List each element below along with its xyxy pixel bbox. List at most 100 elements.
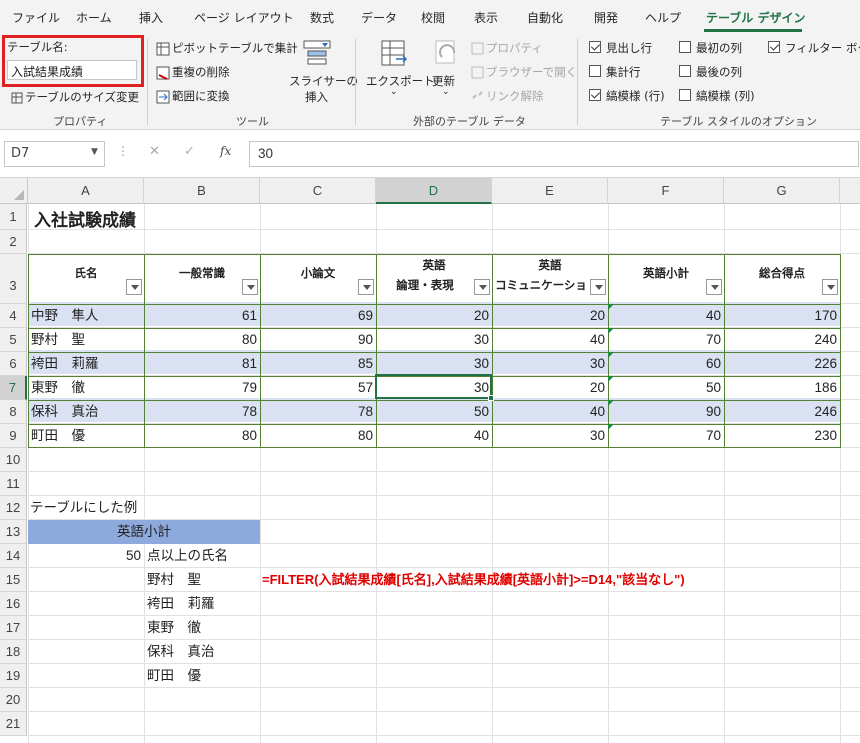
row-header[interactable]: 20: [0, 688, 27, 712]
score-cell[interactable]: 80: [144, 424, 260, 448]
name-cell[interactable]: 東野 徹: [28, 376, 144, 400]
name-cell[interactable]: 野村 聖: [28, 328, 144, 352]
score-cell[interactable]: 78: [144, 400, 260, 424]
banded-columns-checkbox[interactable]: [679, 89, 691, 101]
export-button[interactable]: エクスポート ⌄: [362, 37, 435, 107]
score-cell[interactable]: 60: [608, 352, 724, 376]
filter-dropdown-icon[interactable]: [126, 279, 142, 295]
tab-page-layout[interactable]: ページ レイアウト: [194, 9, 294, 26]
insert-function-icon[interactable]: fx: [220, 144, 231, 158]
column-header[interactable]: E: [492, 178, 608, 204]
filter-dropdown-icon[interactable]: [242, 279, 258, 295]
score-cell[interactable]: 40: [492, 328, 608, 352]
score-cell[interactable]: 230: [724, 424, 840, 448]
filter-result[interactable]: 野村 聖: [144, 568, 204, 592]
name-cell[interactable]: 町田 優: [28, 424, 144, 448]
score-cell[interactable]: 40: [608, 304, 724, 328]
filter-dropdown-icon[interactable]: [590, 279, 606, 295]
filter-dropdown-icon[interactable]: [706, 279, 722, 295]
score-cell[interactable]: 61: [144, 304, 260, 328]
row-header[interactable]: 3: [0, 254, 27, 304]
tab-formulas[interactable]: 数式: [310, 9, 334, 26]
tab-automate[interactable]: 自動化: [527, 9, 563, 26]
column-header[interactable]: F: [608, 178, 724, 204]
pivot-table-button[interactable]: ピボットテーブルで集計: [156, 40, 298, 56]
enter-icon[interactable]: ✓: [184, 144, 195, 159]
open-in-browser-button[interactable]: ブラウザーで開く: [471, 64, 577, 80]
score-cell[interactable]: 81: [144, 352, 260, 376]
filter-dropdown-icon[interactable]: [474, 279, 490, 295]
score-cell[interactable]: 240: [724, 328, 840, 352]
remove-duplicates-button[interactable]: 重複の削除: [156, 64, 230, 80]
score-cell[interactable]: 90: [608, 400, 724, 424]
score-cell[interactable]: 30: [376, 328, 492, 352]
score-cell[interactable]: 70: [608, 424, 724, 448]
score-cell[interactable]: 80: [260, 424, 376, 448]
score-cell[interactable]: 57: [260, 376, 376, 400]
filter-dropdown-icon[interactable]: [822, 279, 838, 295]
row-header[interactable]: 2: [0, 230, 27, 254]
row-header[interactable]: 17: [0, 616, 27, 640]
score-cell[interactable]: 20: [492, 376, 608, 400]
column-header[interactable]: C: [260, 178, 376, 204]
column-header[interactable]: [840, 178, 860, 204]
tab-file[interactable]: ファイル: [12, 9, 60, 26]
filter-dropdown-icon[interactable]: [358, 279, 374, 295]
score-cell[interactable]: 20: [376, 304, 492, 328]
tab-view[interactable]: 表示: [474, 9, 498, 26]
resize-table-button[interactable]: テーブルのサイズ変更: [11, 89, 139, 105]
worksheet-grid[interactable]: A B C D E F G 1 2 3 4 5 6 7 8 9 10 11 12 13 14 15 16 17 18 19 20 21…: [0, 178, 860, 743]
row-header[interactable]: 19: [0, 664, 27, 688]
column-header[interactable]: D: [376, 178, 492, 204]
insert-slicer-button[interactable]: スライサーの 挿入: [289, 37, 358, 107]
row-header[interactable]: 15: [0, 568, 27, 592]
filter-result[interactable]: 東野 徹: [144, 616, 204, 640]
filter-result[interactable]: 袴田 莉羅: [144, 592, 218, 616]
banded-rows-checkbox[interactable]: [589, 89, 601, 101]
name-cell[interactable]: 保科 真治: [28, 400, 144, 424]
tab-help[interactable]: ヘルプ: [645, 9, 681, 26]
convert-to-range-button[interactable]: 範囲に変換: [156, 88, 230, 104]
score-cell[interactable]: 20: [492, 304, 608, 328]
score-cell[interactable]: 50: [608, 376, 724, 400]
column-header[interactable]: B: [144, 178, 260, 204]
filter-result[interactable]: 保科 真治: [144, 640, 218, 664]
name-cell[interactable]: 袴田 莉羅: [28, 352, 144, 376]
row-header[interactable]: 13: [0, 520, 27, 544]
row-header[interactable]: 8: [0, 400, 27, 424]
cancel-icon[interactable]: ✕: [149, 144, 160, 159]
header-row-checkbox[interactable]: [589, 41, 601, 53]
total-row-checkbox[interactable]: [589, 65, 601, 77]
score-cell[interactable]: 80: [144, 328, 260, 352]
filter-result[interactable]: 町田 優: [144, 664, 204, 688]
tab-data[interactable]: データ: [361, 9, 397, 26]
tab-review[interactable]: 校閲: [421, 9, 445, 26]
properties-button[interactable]: プロパティ: [471, 40, 543, 56]
row-header[interactable]: 16: [0, 592, 27, 616]
name-cell[interactable]: 中野 隼人: [28, 304, 144, 328]
row-header[interactable]: 5: [0, 328, 27, 352]
column-header[interactable]: G: [724, 178, 840, 204]
score-cell[interactable]: 79: [144, 376, 260, 400]
row-header[interactable]: 9: [0, 424, 27, 448]
score-cell[interactable]: 90: [260, 328, 376, 352]
row-header[interactable]: 7: [0, 376, 27, 400]
row-header[interactable]: 10: [0, 448, 27, 472]
row-header[interactable]: 18: [0, 640, 27, 664]
refresh-button[interactable]: 更新 ⌄: [430, 37, 462, 107]
score-cell[interactable]: 30: [492, 424, 608, 448]
score-cell[interactable]: 170: [724, 304, 840, 328]
score-cell[interactable]: 186: [724, 376, 840, 400]
row-header[interactable]: 21: [0, 712, 27, 736]
score-cell[interactable]: 69: [260, 304, 376, 328]
name-box[interactable]: D7 ▼: [4, 141, 105, 167]
unlink-button[interactable]: リンク解除: [471, 88, 544, 104]
filter-button-checkbox[interactable]: [768, 41, 780, 53]
score-cell[interactable]: 30: [492, 352, 608, 376]
row-header[interactable]: 1: [0, 204, 27, 230]
name-box-dropdown-icon[interactable]: ▼: [91, 147, 98, 157]
formula-input[interactable]: 30: [249, 141, 859, 167]
tab-table-design[interactable]: テーブル デザイン: [706, 9, 805, 26]
score-cell[interactable]: 226: [724, 352, 840, 376]
row-header[interactable]: 12: [0, 496, 27, 520]
